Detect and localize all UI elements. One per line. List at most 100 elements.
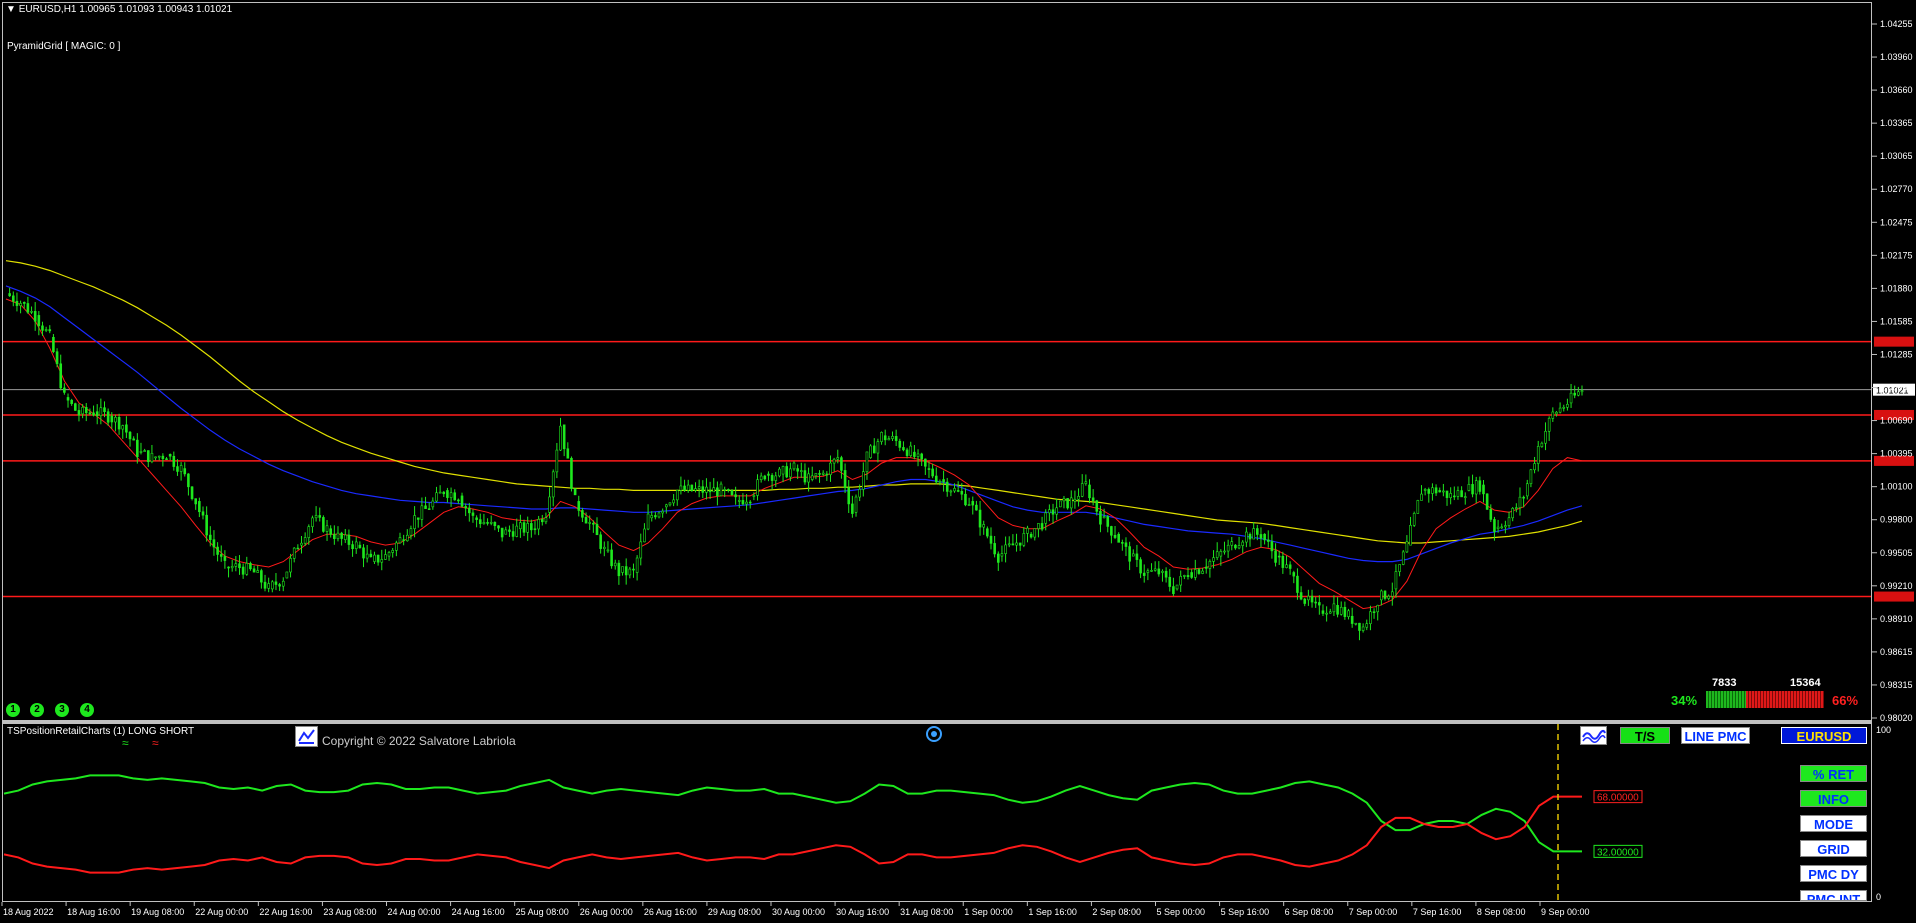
candle-body [307, 526, 311, 538]
candle-body [778, 468, 781, 477]
candle-body [581, 510, 584, 518]
candle-body [1026, 527, 1029, 534]
mode-button[interactable]: MODE [1800, 815, 1867, 832]
candle-body [953, 488, 956, 492]
candle-body [577, 501, 581, 511]
y-tick-label: 1.03660 [1880, 85, 1913, 95]
candle-body [369, 553, 373, 558]
candle-body [391, 550, 395, 553]
wave-icon [1582, 729, 1606, 743]
candle-body [1084, 481, 1088, 484]
candle-body [665, 504, 668, 508]
candle-body [1354, 622, 1358, 625]
marker-2[interactable]: 2 [30, 703, 44, 717]
grid-button[interactable]: GRID [1800, 840, 1867, 857]
marker-1[interactable]: 1 [6, 703, 20, 717]
chart-wave-button[interactable] [1580, 726, 1607, 745]
candle-body [208, 534, 212, 540]
marker-4[interactable]: 4 [80, 703, 94, 717]
x-tick-label: 26 Aug 16:00 [644, 907, 697, 917]
info-button[interactable]: INFO [1800, 790, 1867, 807]
ts-button[interactable]: T/S [1620, 727, 1670, 744]
indicator-title: TSPositionRetailCharts (1) LONG SHORT [7, 726, 195, 737]
candle-body [1183, 575, 1186, 577]
candle-body [1336, 605, 1339, 615]
y-tick-label: 0.99505 [1880, 548, 1913, 558]
candle-body [1453, 495, 1456, 498]
candle-body [497, 525, 500, 529]
x-tick-label: 23 Aug 08:00 [323, 907, 376, 917]
y-tick-label: 0.98615 [1880, 647, 1913, 657]
candle-body [278, 584, 281, 587]
candle-body [1142, 572, 1146, 576]
candle-body [52, 336, 55, 352]
candle-body [212, 539, 216, 548]
marker-3[interactable]: 3 [55, 703, 69, 717]
candle-body [15, 300, 19, 306]
y-tick-label: 0.99210 [1880, 581, 1913, 591]
candle-body [165, 458, 168, 460]
candle-body [172, 455, 176, 467]
candle-body [1215, 551, 1219, 558]
dropdown-triangle-icon[interactable]: ▼ [6, 4, 16, 15]
candle-body [1551, 411, 1555, 419]
candle-body [267, 583, 270, 589]
candle-body [198, 501, 201, 513]
pct-ret-button[interactable]: % RET [1800, 765, 1867, 782]
candle-body [683, 485, 686, 491]
candle-body [48, 329, 52, 332]
candle-body [216, 546, 219, 555]
candle-body [829, 462, 832, 475]
candle-body [767, 473, 770, 476]
candle-body [1135, 553, 1139, 560]
candle-body [26, 303, 30, 313]
candle-body [836, 457, 840, 460]
candle-body [157, 455, 161, 458]
candle-body [1256, 528, 1259, 535]
candle-body [241, 566, 245, 575]
pmc-dy-button[interactable]: PMC DY [1800, 865, 1867, 882]
long-wave-icon: ≈ [122, 736, 129, 750]
candle-body [1252, 528, 1255, 540]
candle-body [770, 475, 774, 481]
candle-body [781, 466, 785, 475]
candle-body [1088, 484, 1091, 499]
candle-body [592, 522, 595, 525]
candle-body [179, 465, 183, 472]
candle-body [1434, 487, 1438, 494]
candle-body [1431, 487, 1434, 494]
candle-body [1562, 406, 1566, 409]
candle-body [1380, 590, 1383, 601]
candle-body [869, 445, 872, 458]
candle-body [201, 511, 205, 516]
x-tick-label: 18 Aug 2022 [3, 907, 54, 917]
line-pmc-button[interactable]: LINE PMC [1681, 727, 1750, 744]
candle-body [88, 412, 92, 415]
candle-body [340, 532, 343, 539]
candle-body [1095, 500, 1099, 512]
candle-body [654, 515, 657, 518]
candle-body [1044, 512, 1048, 524]
candle-body [1266, 539, 1270, 542]
candle-body [1540, 442, 1544, 447]
candle-body [1573, 392, 1577, 396]
candle-body [1394, 571, 1398, 590]
logo-icon[interactable] [295, 726, 318, 747]
candle-body [1489, 509, 1493, 520]
target-icon[interactable] [926, 726, 942, 742]
candle-body [938, 481, 942, 483]
candle-body [1117, 533, 1120, 543]
candle-body [621, 566, 624, 573]
pmc-int-button[interactable]: PMC INT [1800, 890, 1867, 901]
candle-body [303, 537, 307, 544]
symbol-button[interactable]: EURUSD [1781, 727, 1867, 744]
candle-body [690, 484, 694, 491]
chart-canvas[interactable]: 1.01021 1.042551.039601.036601.033651.03… [0, 0, 1916, 923]
candle-body [697, 486, 701, 489]
candle-body [30, 311, 33, 313]
y-tick-label: 1.02175 [1880, 250, 1913, 260]
candle-body [55, 351, 59, 365]
candle-body [1358, 622, 1361, 631]
candle-body [63, 387, 66, 393]
candle-body [227, 566, 230, 569]
